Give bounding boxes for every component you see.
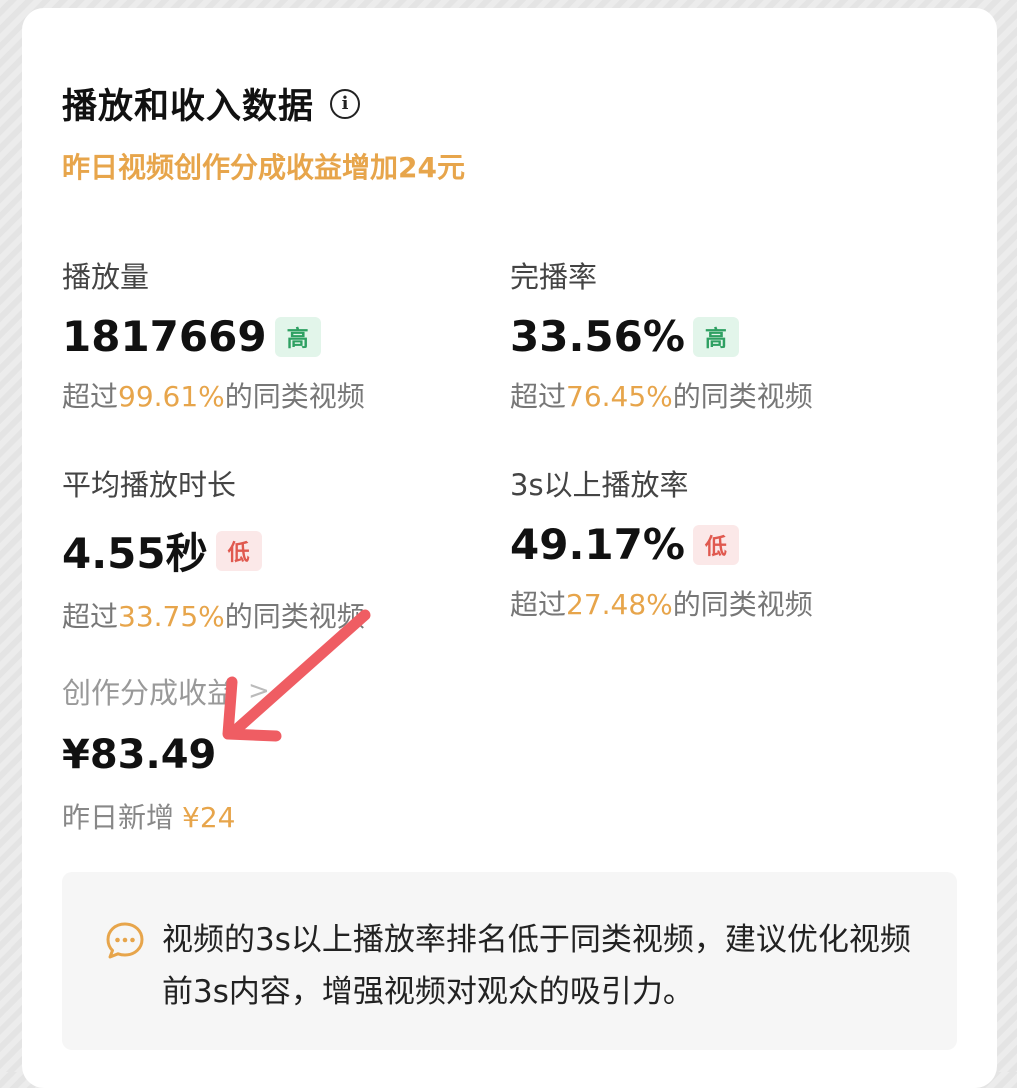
level-badge-low: 低: [692, 524, 739, 565]
suggestion-box: 视频的3s以上播放率排名低于同类视频，建议优化视频前3s内容，增强视频对观众的吸…: [62, 872, 957, 1050]
metric-label: 平均播放时长: [62, 468, 237, 502]
revenue-section[interactable]: 创作分成收益 > ¥83.49 昨日新增 ¥24: [62, 670, 270, 836]
metric-play-count: 播放量 1817669 高 超过99.61%的同类视频: [62, 254, 365, 415]
metric-label: 完播率: [510, 260, 598, 294]
metric-value: 33.56%: [510, 312, 685, 361]
chat-bubble-icon: [106, 922, 144, 959]
revenue-daily-increase: 昨日新增 ¥24: [62, 801, 236, 834]
metric-3s-play-rate: 3s以上播放率 49.17% 低 超过27.48%的同类视频: [510, 462, 813, 623]
percentile-value: 33.75%: [118, 600, 225, 633]
info-icon[interactable]: i: [330, 88, 361, 119]
revenue-value: ¥83.49: [62, 732, 217, 778]
metric-comparison: 超过33.75%的同类视频: [62, 600, 365, 633]
metric-label: 3s以上播放率: [510, 468, 689, 502]
metric-comparison: 超过99.61%的同类视频: [62, 380, 365, 413]
percentile-value: 27.48%: [566, 588, 673, 621]
card-header: 播放和收入数据 i: [62, 78, 361, 129]
metric-comparison: 超过27.48%的同类视频: [510, 588, 813, 621]
revenue-link[interactable]: 创作分成收益 >: [62, 670, 270, 712]
percentile-value: 76.45%: [566, 380, 673, 413]
level-badge-low: 低: [215, 530, 262, 571]
metric-label: 播放量: [62, 260, 150, 294]
metric-value: 4.55秒: [62, 529, 208, 578]
card-title: 播放和收入数据: [62, 87, 315, 127]
metric-value: 49.17%: [510, 520, 685, 569]
percentile-value: 99.61%: [118, 380, 225, 413]
revenue-label: 创作分成收益: [62, 676, 237, 710]
daily-increase-amount: ¥24: [182, 801, 236, 834]
suggestion-text: 视频的3s以上播放率排名低于同类视频，建议优化视频前3s内容，增强视频对观众的吸…: [162, 922, 911, 1010]
level-badge-high: 高: [274, 316, 321, 357]
data-card: 播放和收入数据 i 昨日视频创作分成收益增加24元 播放量 1817669 高 …: [22, 8, 997, 1088]
metric-avg-play-duration: 平均播放时长 4.55秒 低 超过33.75%的同类视频: [62, 462, 365, 635]
metric-comparison: 超过76.45%的同类视频: [510, 380, 813, 413]
level-badge-high: 高: [692, 316, 739, 357]
earnings-notice: 昨日视频创作分成收益增加24元: [62, 151, 465, 184]
metric-value: 1817669: [62, 312, 267, 361]
chevron-right-icon: >: [248, 676, 270, 706]
metric-completion-rate: 完播率 33.56% 高 超过76.45%的同类视频: [510, 254, 813, 415]
